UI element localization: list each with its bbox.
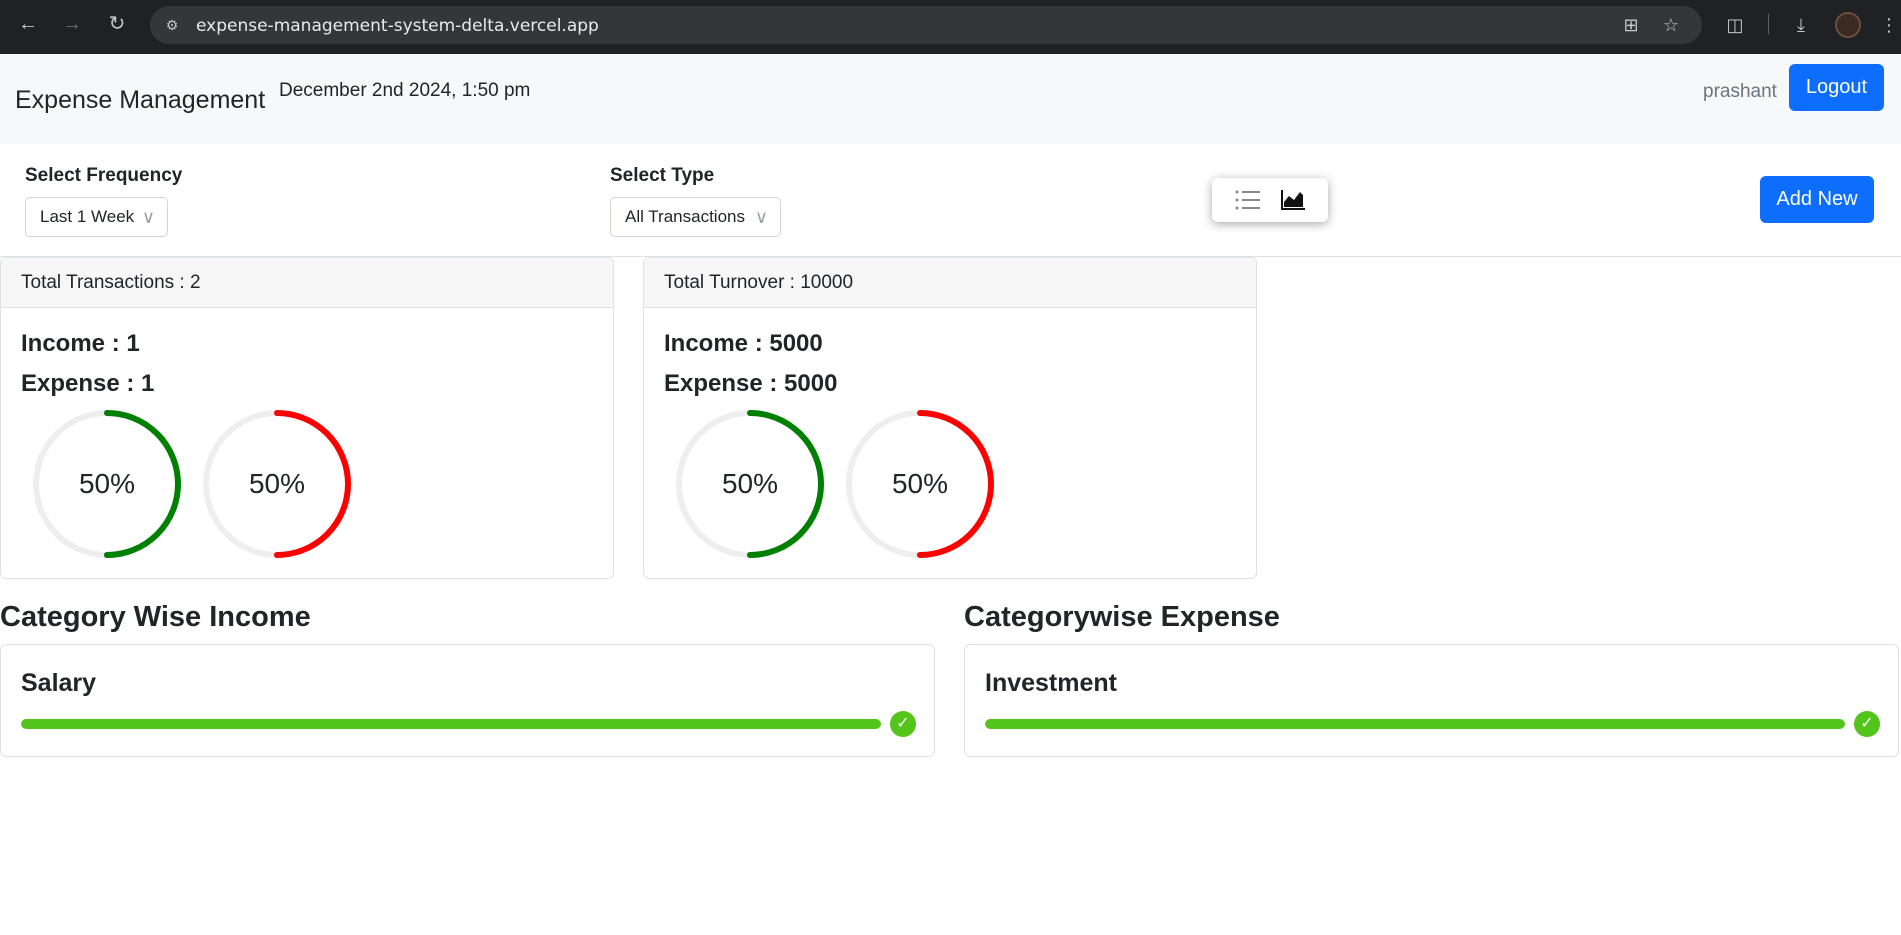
filter-bar [0,144,1901,257]
current-date: December 2nd 2024, 1:50 pm [279,80,531,101]
total-turnover-card: Total Turnover : 10000 Income : 5000 Exp… [643,257,1257,579]
category-progress-bar [21,719,881,729]
chart-view-icon[interactable] [1279,187,1307,213]
expense-percent-label: 50% [891,468,949,499]
bookmark-star-icon[interactable]: ☆ [1660,14,1682,36]
type-label: Select Type [610,165,715,186]
category-name: Salary [21,669,97,697]
back-icon[interactable]: ← [14,10,42,38]
username: prashant [1703,81,1777,102]
toolbar-divider [1768,14,1769,34]
income-count: Income : 1 [21,330,140,357]
expense-amount: Expense : 5000 [664,370,838,397]
income-donut: 50% [674,408,826,560]
url-text[interactable]: expense-management-system-delta.vercel.a… [196,16,599,36]
income-amount: Income : 5000 [664,330,823,357]
card-header: Total Turnover : 10000 [644,258,1256,308]
type-select[interactable]: All Transactions ∨ [610,197,781,237]
logout-button[interactable]: Logout [1789,64,1884,111]
income-percent-label: 50% [721,468,779,499]
more-menu-icon[interactable]: ⋮ [1880,12,1898,38]
category-income-title: Category Wise Income [0,601,311,633]
forward-icon[interactable]: → [58,10,86,38]
download-icon[interactable]: ⤓ [1788,12,1814,38]
list-view-icon[interactable] [1234,187,1262,213]
category-progress-fill [985,719,1845,729]
frequency-value: Last 1 Week [40,207,135,226]
category-name: Investment [985,669,1117,697]
expense-count: Expense : 1 [21,370,155,397]
check-circle-icon: ✓ [1854,711,1880,737]
app-brand[interactable]: Expense Management [15,86,265,115]
address-bar[interactable]: ⚙ expense-management-system-delta.vercel… [150,6,1702,44]
profile-avatar[interactable] [1835,12,1861,38]
total-transactions-card: Total Transactions : 2 Income : 1 Expens… [0,257,614,579]
type-value: All Transactions [625,207,745,226]
extensions-icon[interactable]: ◫ [1722,12,1748,38]
income-donut: 50% [31,408,183,560]
frequency-label: Select Frequency [25,165,183,186]
income-category-card: Salary ✓ [0,644,935,757]
check-circle-icon: ✓ [890,711,916,737]
frequency-select[interactable]: Last 1 Week ∨ [25,197,168,237]
expense-percent-label: 50% [248,468,306,499]
expense-donut: 50% [201,408,353,560]
view-toggle [1212,178,1328,222]
category-progress-fill [21,719,881,729]
reload-icon[interactable]: ↻ [103,10,131,38]
add-new-button[interactable]: Add New [1760,176,1874,223]
expense-donut: 50% [844,408,996,560]
site-settings-icon[interactable]: ⚙ [162,15,182,35]
install-app-icon[interactable]: ⊞ [1620,14,1642,36]
chevron-down-icon: ∨ [754,207,768,227]
category-progress-bar [985,719,1845,729]
category-expense-title: Categorywise Expense [964,601,1280,633]
card-header: Total Transactions : 2 [1,258,613,308]
expense-category-card: Investment ✓ [964,644,1899,757]
browser-toolbar: ← → ↻ ⚙ expense-management-system-delta.… [0,0,1901,54]
income-percent-label: 50% [78,468,136,499]
chevron-down-icon: ∨ [141,207,155,227]
